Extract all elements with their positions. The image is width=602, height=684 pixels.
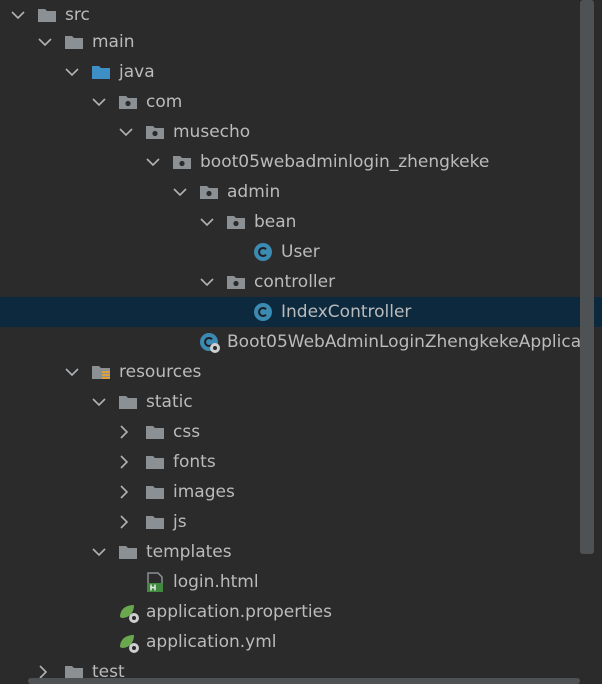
chevron-down-icon[interactable] bbox=[89, 392, 109, 412]
package-icon bbox=[225, 211, 247, 233]
tree-item-resources[interactable]: resources bbox=[0, 357, 580, 387]
tree-item-admin[interactable]: admin bbox=[0, 177, 580, 207]
tree-item-musecho[interactable]: musecho bbox=[0, 117, 580, 147]
tree-item-label: bean bbox=[254, 212, 297, 232]
tree-item-css[interactable]: css bbox=[0, 417, 580, 447]
tree-item-app-yml[interactable]: application.yml bbox=[0, 627, 580, 657]
chevron-down-icon[interactable] bbox=[143, 152, 163, 172]
tree-item-label: js bbox=[173, 512, 187, 532]
tree-item-indexcontroller[interactable]: IndexController bbox=[0, 297, 602, 327]
folder-icon bbox=[63, 31, 85, 53]
chevron-right-icon[interactable] bbox=[114, 422, 134, 442]
source-folder-icon bbox=[90, 61, 112, 83]
tree-item-label: java bbox=[119, 62, 155, 82]
tree-item-user[interactable]: User bbox=[0, 237, 580, 267]
tree-item-label: User bbox=[281, 242, 320, 262]
folder-icon bbox=[144, 481, 166, 503]
tree-item-label: css bbox=[173, 422, 201, 442]
tree-item-label: musecho bbox=[173, 122, 251, 142]
tree-item-label: boot05webadminlogin_zhengkeke bbox=[200, 152, 490, 172]
tree-item-app-properties[interactable]: application.properties bbox=[0, 597, 580, 627]
tree-item-main[interactable]: main bbox=[0, 27, 580, 57]
chevron-right-icon[interactable] bbox=[114, 482, 134, 502]
chevron-right-icon[interactable] bbox=[114, 512, 134, 532]
chevron-down-icon[interactable] bbox=[197, 212, 217, 232]
tree-item-label: resources bbox=[119, 362, 202, 382]
folder-icon bbox=[117, 391, 139, 413]
folder-icon bbox=[36, 4, 58, 26]
html-file-icon bbox=[144, 571, 166, 593]
package-icon bbox=[225, 271, 247, 293]
tree-item-label: main bbox=[92, 32, 135, 52]
tree-item-label: login.html bbox=[173, 572, 259, 592]
tree-item-label: IndexController bbox=[281, 302, 412, 322]
tree-item-label: admin bbox=[227, 182, 281, 202]
spring-config-icon bbox=[117, 601, 139, 623]
project-tree: src main java com musecho boot05webadmin… bbox=[0, 0, 602, 684]
vertical-scrollbar-thumb[interactable] bbox=[580, 0, 594, 554]
tree-item-label: static bbox=[146, 392, 193, 412]
chevron-down-icon[interactable] bbox=[170, 182, 190, 202]
tree-item-fonts[interactable]: fonts bbox=[0, 447, 580, 477]
tree-item-controller[interactable]: controller bbox=[0, 267, 580, 297]
tree-item-label: images bbox=[173, 482, 235, 502]
class-icon bbox=[252, 241, 274, 263]
folder-icon bbox=[144, 451, 166, 473]
tree-item-bean[interactable]: bean bbox=[0, 207, 580, 237]
tree-item-label: application.properties bbox=[146, 602, 332, 622]
tree-item-js[interactable]: js bbox=[0, 507, 580, 537]
package-icon bbox=[117, 91, 139, 113]
horizontal-scrollbar-thumb[interactable] bbox=[28, 678, 580, 684]
package-icon bbox=[144, 121, 166, 143]
tree-item-label: fonts bbox=[173, 452, 216, 472]
class-icon bbox=[252, 301, 274, 323]
chevron-down-icon[interactable] bbox=[35, 32, 55, 52]
tree-item-java[interactable]: java bbox=[0, 57, 580, 87]
spring-config-icon bbox=[117, 631, 139, 653]
tree-item-login-html[interactable]: login.html bbox=[0, 567, 580, 597]
tree-item-label: src bbox=[65, 5, 90, 25]
chevron-down-icon[interactable] bbox=[197, 272, 217, 292]
chevron-down-icon[interactable] bbox=[89, 92, 109, 112]
package-icon bbox=[198, 181, 220, 203]
tree-item-static[interactable]: static bbox=[0, 387, 580, 417]
chevron-down-icon[interactable] bbox=[116, 122, 136, 142]
tree-item-images[interactable]: images bbox=[0, 477, 580, 507]
chevron-down-icon[interactable] bbox=[8, 5, 28, 25]
tree-item-src[interactable]: src bbox=[0, 0, 580, 30]
tree-item-label: com bbox=[146, 92, 183, 112]
folder-icon bbox=[144, 421, 166, 443]
chevron-down-icon[interactable] bbox=[62, 62, 82, 82]
tree-item-templates[interactable]: templates bbox=[0, 537, 580, 567]
resources-folder-icon bbox=[90, 361, 112, 383]
tree-item-boot05[interactable]: boot05webadminlogin_zhengkeke bbox=[0, 147, 580, 177]
chevron-right-icon[interactable] bbox=[114, 452, 134, 472]
folder-icon bbox=[117, 541, 139, 563]
tree-item-com[interactable]: com bbox=[0, 87, 580, 117]
tree-item-application-class[interactable]: Boot05WebAdminLoginZhengkekeApplica bbox=[0, 327, 582, 357]
chevron-down-icon[interactable] bbox=[89, 542, 109, 562]
package-icon bbox=[171, 151, 193, 173]
tree-item-label: templates bbox=[146, 542, 232, 562]
folder-icon bbox=[144, 511, 166, 533]
chevron-down-icon[interactable] bbox=[62, 362, 82, 382]
tree-item-label: Boot05WebAdminLoginZhengkekeApplica bbox=[227, 332, 582, 352]
tree-item-label: controller bbox=[254, 272, 336, 292]
tree-item-label: application.yml bbox=[146, 632, 277, 652]
spring-boot-class-icon bbox=[198, 331, 220, 353]
